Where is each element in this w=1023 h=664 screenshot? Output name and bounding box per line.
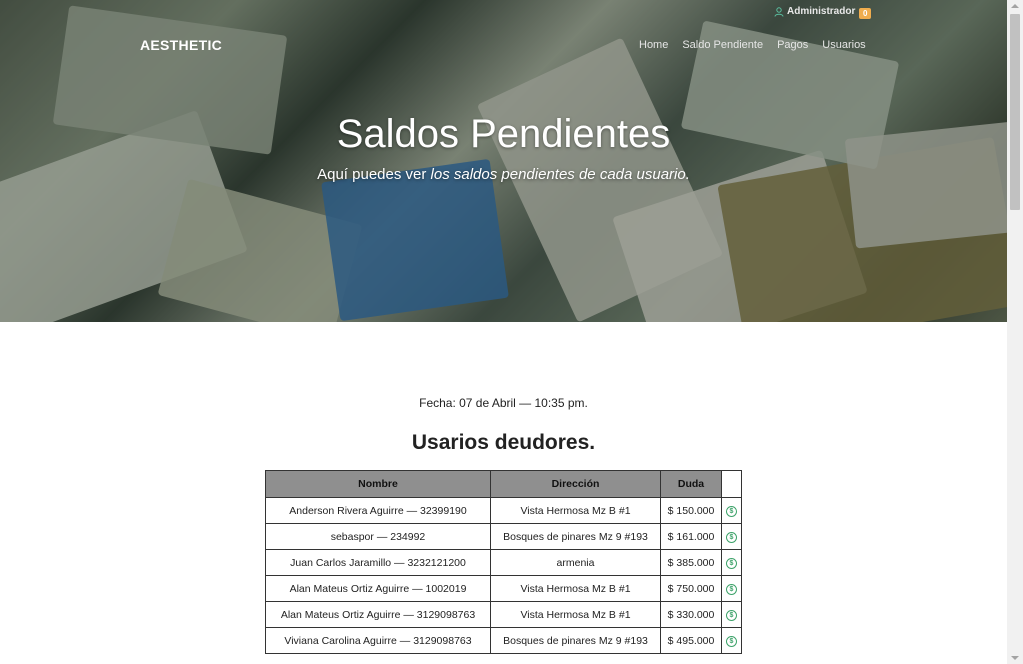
cell-direccion: Vista Hermosa Mz B #1 — [490, 497, 661, 524]
column-header-duda: Duda — [660, 470, 722, 498]
dollar-circle-icon[interactable]: $ — [726, 610, 737, 621]
nav-usuarios[interactable]: Usuarios — [822, 39, 865, 51]
table-row: sebaspor — 234992 Bosques de pinares Mz … — [265, 523, 742, 550]
cell-action: $ — [721, 497, 742, 524]
cell-action: $ — [721, 523, 742, 550]
cell-duda: $ 330.000 — [660, 601, 722, 628]
page-subtitle-plain: Aquí puedes ver — [317, 166, 431, 183]
cell-direccion: Bosques de pinares Mz 9 #193 — [490, 627, 661, 654]
cell-nombre: Alan Mateus Ortiz Aguirre — 1002019 — [265, 575, 491, 602]
cell-direccion: Vista Hermosa Mz B #1 — [490, 601, 661, 628]
column-header-actions — [721, 470, 742, 498]
admin-user-menu[interactable]: Administrador — [774, 6, 855, 17]
notification-badge[interactable]: 0 — [859, 8, 872, 19]
table-row: Anderson Rivera Aguirre — 32399190 Vista… — [265, 497, 742, 524]
cell-duda: $ 385.000 — [660, 549, 722, 576]
cell-nombre: Viviana Carolina Aguirre — 3129098763 — [265, 627, 491, 654]
page: AESTHETIC Administrador 0 Home Saldo Pen… — [0, 0, 1023, 664]
cell-direccion: Vista Hermosa Mz B #1 — [490, 575, 661, 602]
table-header-row: Nombre Dirección Duda — [265, 470, 742, 498]
page-subtitle-italic: los saldos pendientes de cada usuario. — [430, 166, 690, 183]
debtors-table: Nombre Dirección Duda Anderson Rivera Ag… — [265, 470, 742, 654]
cell-action: $ — [721, 549, 742, 576]
dollar-circle-icon[interactable]: $ — [726, 584, 737, 595]
nav-home[interactable]: Home — [639, 39, 668, 51]
dollar-circle-icon[interactable]: $ — [726, 636, 737, 647]
nav-pagos[interactable]: Pagos — [777, 39, 808, 51]
scroll-down-arrow-icon[interactable] — [1011, 656, 1019, 660]
scroll-up-arrow-icon[interactable] — [1011, 4, 1019, 8]
page-title: Saldos Pendientes — [336, 112, 671, 156]
dollar-circle-icon[interactable]: $ — [726, 558, 737, 569]
nav-saldo-pendiente[interactable]: Saldo Pendiente — [682, 39, 763, 51]
column-header-nombre: Nombre — [265, 470, 491, 498]
cell-nombre: Juan Carlos Jaramillo — 3232121200 — [265, 549, 491, 576]
cell-direccion: armenia — [490, 549, 661, 576]
section-title: Usarios deudores. — [411, 431, 596, 454]
main-nav: Home Saldo Pendiente Pagos Usuarios — [639, 39, 866, 51]
table-row: Viviana Carolina Aguirre — 3129098763 Bo… — [265, 627, 742, 654]
hero-banner: AESTHETIC Administrador 0 Home Saldo Pen… — [0, 0, 1007, 322]
page-subtitle: Aquí puedes ver los saldos pendientes de… — [0, 166, 1007, 183]
table-row: Alan Mateus Ortiz Aguirre — 1002019 Vist… — [265, 575, 742, 602]
table-row: Juan Carlos Jaramillo — 3232121200 armen… — [265, 549, 742, 576]
vertical-scrollbar[interactable] — [1007, 0, 1023, 664]
user-icon — [774, 6, 784, 17]
cell-direccion: Bosques de pinares Mz 9 #193 — [490, 523, 661, 550]
cell-duda: $ 161.000 — [660, 523, 722, 550]
cell-duda: $ 150.000 — [660, 497, 722, 524]
cell-nombre: Anderson Rivera Aguirre — 32399190 — [265, 497, 491, 524]
cell-action: $ — [721, 627, 742, 654]
cell-action: $ — [721, 601, 742, 628]
dollar-circle-icon[interactable]: $ — [726, 532, 737, 543]
cell-duda: $ 495.000 — [660, 627, 722, 654]
column-header-direccion: Dirección — [490, 470, 661, 498]
dollar-circle-icon[interactable]: $ — [726, 506, 737, 517]
admin-username: Administrador — [787, 6, 856, 17]
date-label: Fecha: 07 de Abril — 10:35 pm. — [419, 396, 588, 410]
table-row: Alan Mateus Ortiz Aguirre — 3129098763 V… — [265, 601, 742, 628]
cell-nombre: sebaspor — 234992 — [265, 523, 491, 550]
scrollbar-thumb[interactable] — [1010, 14, 1020, 210]
cell-nombre: Alan Mateus Ortiz Aguirre — 3129098763 — [265, 601, 491, 628]
brand-logo[interactable]: AESTHETIC — [140, 37, 222, 53]
cell-duda: $ 750.000 — [660, 575, 722, 602]
cell-action: $ — [721, 575, 742, 602]
